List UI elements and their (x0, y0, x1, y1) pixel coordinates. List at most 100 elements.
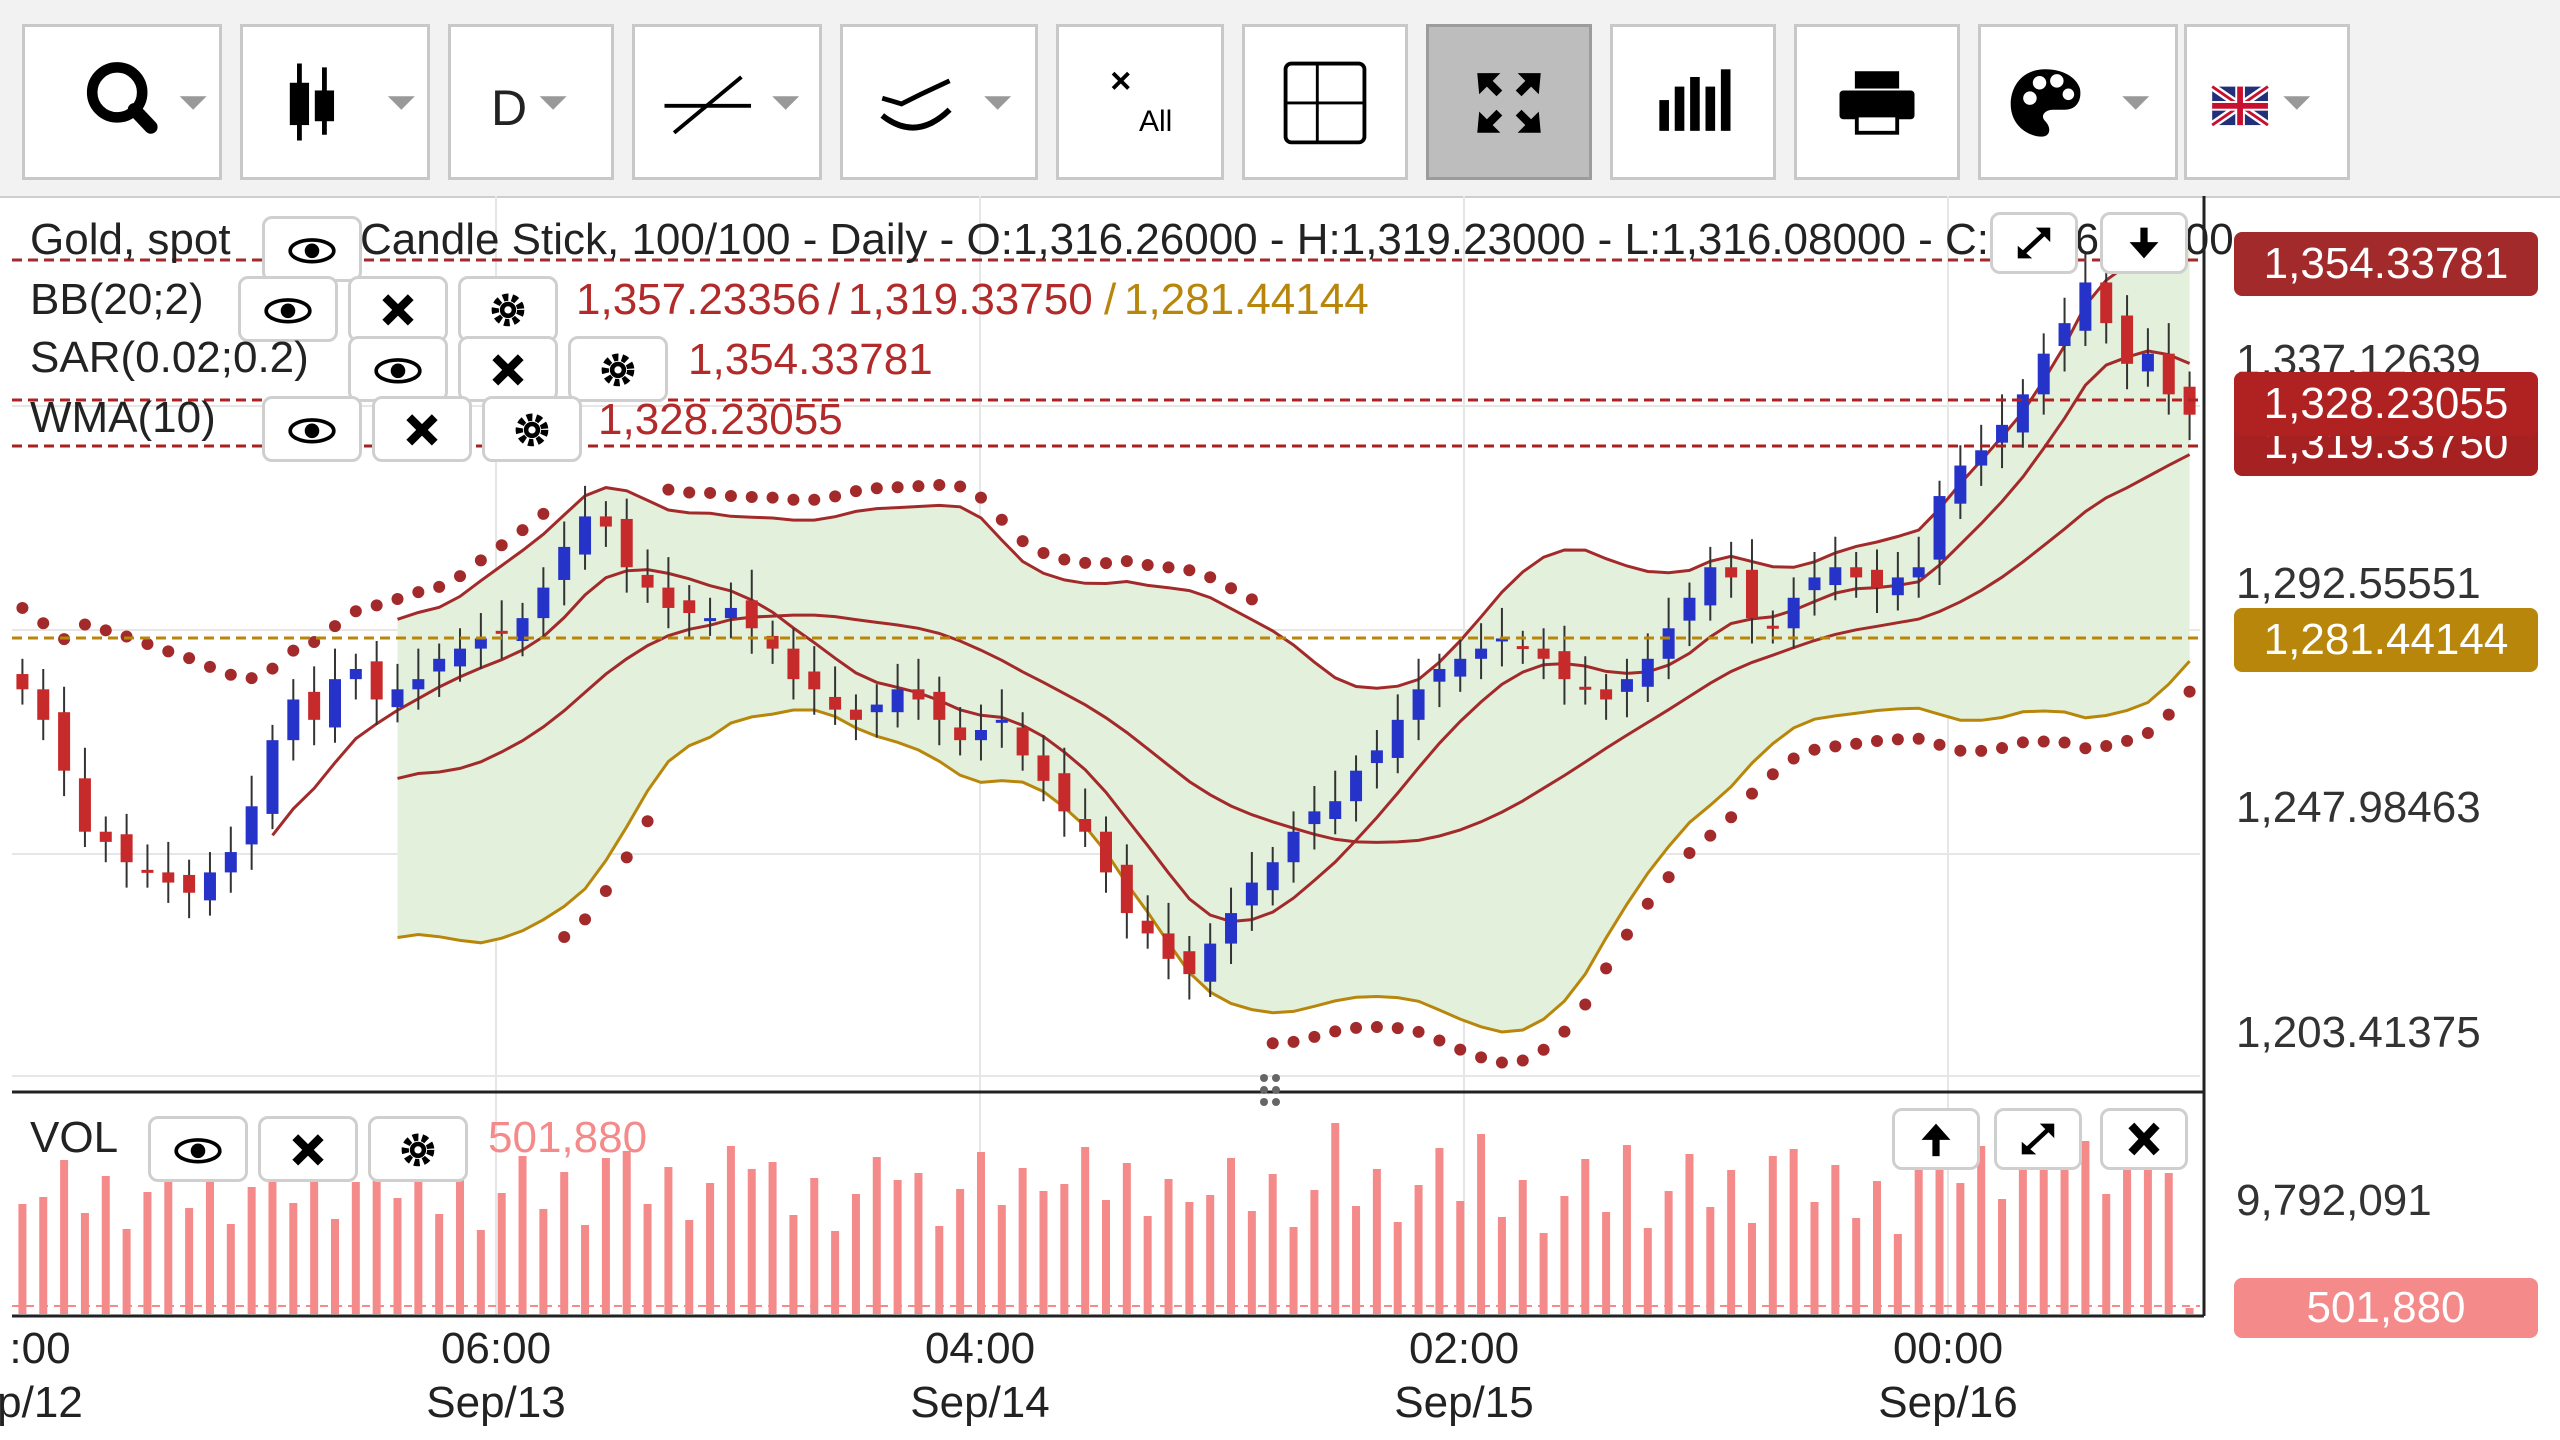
sar-dot-39 (829, 490, 842, 503)
volume-bar-10 (226, 1224, 235, 1314)
language-button[interactable] (2184, 24, 2350, 180)
volume-bar-53 (1122, 1163, 1131, 1314)
crosshair-button[interactable] (1242, 24, 1408, 180)
sar-dot-13 (287, 644, 300, 657)
main-move-down-button[interactable] (2100, 212, 2188, 274)
indicator-curve-icon (880, 78, 1012, 131)
zoom-menu-button[interactable] (22, 24, 222, 180)
sar-dot-76 (1600, 962, 1613, 975)
candle-body-99 (2079, 282, 2092, 331)
volume-bar-34 (726, 1146, 735, 1314)
volume-bar-5 (122, 1229, 131, 1314)
pane-drag-dot-0-0 (1260, 1074, 1268, 1082)
sar-dot-44 (933, 479, 946, 492)
bb-separator-1: / (828, 275, 841, 324)
sar-dot-90 (1891, 733, 1904, 746)
sar-dot-83 (1745, 787, 1758, 800)
volume-axis-tick: 9,792,091 (2236, 1176, 2432, 1225)
candle-body-79 (1662, 628, 1675, 659)
sar-remove-button[interactable] (458, 336, 558, 402)
sar-dot-51 (1079, 556, 1092, 569)
trendline-tool-button[interactable] (632, 24, 822, 180)
sar-dot-38 (808, 493, 821, 506)
main-visibility-button[interactable] (262, 216, 362, 282)
color-theme-button[interactable] (1978, 24, 2178, 180)
volume-settings-button[interactable] (368, 1116, 468, 1182)
sar-dot-92 (1933, 738, 1946, 751)
time-label-1: 06:00 (440, 1324, 552, 1373)
volume-bar-3 (80, 1213, 89, 1314)
volume-bar-23 (497, 1193, 506, 1314)
volume-remove-button[interactable] (258, 1116, 358, 1182)
volume-visibility-button[interactable] (148, 1116, 248, 1182)
sar-dot-104 (2183, 685, 2196, 698)
wma-remove-button[interactable] (372, 396, 472, 462)
print-button[interactable] (1794, 24, 1960, 180)
chart-area[interactable]: Gold, spot Candle Stick, 100/100 - Daily… (0, 196, 2560, 1440)
sar-settings-button[interactable] (568, 336, 668, 402)
delete-all-button[interactable]: All (1056, 24, 1224, 180)
volume-bar-99 (2081, 1141, 2090, 1314)
date-label-3: Sep/15 (1394, 1378, 1534, 1427)
close-icon (406, 414, 438, 446)
wma-settings-button[interactable] (482, 396, 582, 462)
volume-indicator-name: VOL (30, 1113, 119, 1162)
bb-settings-button[interactable] (458, 276, 558, 342)
volume-bar-100 (2102, 1194, 2111, 1314)
bb-remove-button[interactable] (348, 276, 448, 342)
volume-bar-43 (914, 1173, 923, 1314)
printer-icon (1839, 71, 1915, 135)
price-tick-2: 1,292.55551 (2236, 559, 2481, 608)
volume-move-up-button[interactable] (1892, 1108, 1980, 1170)
volume-bar-62 (1310, 1190, 1319, 1314)
volume-bar-37 (789, 1215, 798, 1314)
sar-dot-52 (1100, 557, 1112, 570)
price-marker-wma: 1,328.23055 (2234, 372, 2538, 436)
sar-dot-102 (2141, 726, 2154, 739)
bb-separator-2: / (1104, 275, 1117, 324)
candle-body-14 (308, 691, 321, 720)
volume-bar-28 (601, 1158, 610, 1314)
sar-dot-74 (1558, 1025, 1571, 1038)
volume-bar-24 (518, 1156, 527, 1314)
candle-body-40 (849, 709, 862, 720)
fullscreen-button[interactable] (1426, 24, 1592, 180)
candle-body-53 (1120, 864, 1133, 914)
volume-bar-76 (1602, 1212, 1611, 1314)
sar-dot-101 (2121, 734, 2134, 747)
indicators-button[interactable] (840, 24, 1038, 180)
close-icon (2128, 1122, 2160, 1156)
candle-body-67 (1412, 689, 1425, 720)
candle-body-11 (245, 806, 258, 845)
volume-bar-70 (1477, 1134, 1486, 1314)
wma-visibility-button[interactable] (262, 396, 362, 462)
volume-bar-67 (1414, 1185, 1423, 1314)
candle-body-76 (1600, 689, 1613, 700)
volume-bar-13 (289, 1203, 298, 1314)
candle-body-28 (599, 516, 612, 527)
sar-dot-85 (1787, 752, 1800, 765)
gear-icon (515, 413, 549, 447)
volume-toggle-button[interactable] (1610, 24, 1776, 180)
main-maximize-button[interactable] (1990, 212, 2078, 274)
candlestick-icon (289, 63, 415, 141)
period-button[interactable]: D (448, 24, 614, 180)
chart-type-button[interactable] (240, 24, 430, 180)
volume-bar-4 (101, 1176, 110, 1314)
sar-dot-88 (1850, 737, 1863, 750)
date-label-0: p/12 (0, 1378, 83, 1427)
volume-bar-89 (1873, 1181, 1882, 1314)
candle-body-45 (954, 727, 967, 741)
volume-bar-19 (414, 1161, 423, 1314)
sar-visibility-button[interactable] (348, 336, 448, 402)
price-tick-3: 1,247.98463 (2236, 783, 2481, 832)
candle-body-29 (620, 518, 633, 568)
candle-body-13 (287, 699, 300, 741)
volume-maximize-button[interactable] (1994, 1108, 2082, 1170)
volume-bar-51 (1081, 1147, 1090, 1314)
candle-body-8 (183, 874, 196, 893)
volume-bar-50 (1060, 1184, 1069, 1314)
candle-body-43 (912, 689, 925, 700)
volume-close-button[interactable] (2100, 1108, 2188, 1170)
sar-dot-65 (1370, 1021, 1383, 1034)
